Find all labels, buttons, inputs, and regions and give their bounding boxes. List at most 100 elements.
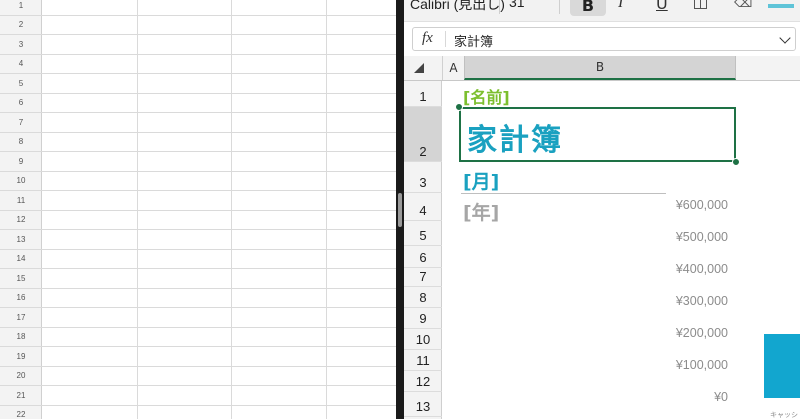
chevron-down-icon[interactable] (779, 32, 791, 44)
left-row-number[interactable]: 18 (0, 328, 42, 347)
left-sheet-row[interactable]: 15 (0, 269, 396, 289)
row-header-5[interactable]: 5 (404, 221, 442, 246)
left-sheet-row[interactable]: 12 (0, 211, 396, 230)
row-header-6[interactable]: 6 (404, 246, 442, 268)
left-sheet-row[interactable]: 22 (0, 406, 396, 419)
chart-bar[interactable] (764, 334, 800, 398)
left-spreadsheet-pane: 1 2 3 4 5 6 7 8 9 10 11 12 13 14 15 16 17 18 19 20 21 22 (0, 0, 396, 419)
cell-selection-box (459, 107, 736, 162)
italic-button[interactable]: I (618, 0, 623, 12)
left-sheet-row[interactable]: 2 (0, 16, 396, 35)
left-sheet-row[interactable]: 10 (0, 172, 396, 191)
formatting-ribbon: Calibri (見出し) 31 B I U ⌫ (404, 0, 800, 22)
row-header-12[interactable]: 12 (404, 371, 442, 392)
left-row-number[interactable]: 19 (0, 347, 42, 366)
left-sheet-row[interactable]: 13 (0, 230, 396, 250)
column-header-b[interactable]: B (464, 56, 736, 80)
row-header-strip: 1 2 3 4 5 6 7 8 9 10 11 12 13 (404, 81, 442, 419)
row-header-7[interactable]: 7 (404, 268, 442, 287)
y-axis-tick-label: ¥0 (714, 390, 728, 404)
left-sheet-row[interactable]: 4 (0, 55, 396, 74)
y-axis-tick-label: ¥500,000 (675, 230, 728, 244)
left-sheet-row[interactable]: 6 (0, 94, 396, 113)
left-row-number[interactable]: 11 (0, 191, 42, 210)
borders-icon[interactable] (694, 0, 707, 9)
left-sheet-row[interactable]: 7 (0, 113, 396, 133)
font-color-icon[interactable] (768, 0, 794, 8)
fill-color-icon[interactable]: ⌫ (734, 0, 752, 11)
left-sheet-row[interactable]: 18 (0, 328, 396, 347)
y-axis-tick-label: ¥100,000 (675, 358, 728, 372)
left-row-number[interactable]: 5 (0, 74, 42, 93)
left-row-number[interactable]: 2 (0, 16, 42, 35)
y-axis-tick-label: ¥400,000 (675, 262, 728, 276)
chart-area[interactable]: ¥600,000 ¥500,000 ¥400,000 ¥300,000 ¥200,000… (666, 190, 800, 419)
left-row-number[interactable]: 1 (0, 0, 42, 15)
left-sheet-row[interactable]: 5 (0, 74, 396, 94)
ribbon-separator (499, 0, 500, 14)
left-sheet-row[interactable]: 1 (0, 0, 396, 16)
left-sheet-row[interactable]: 14 (0, 250, 396, 269)
left-sheet-row[interactable]: 11 (0, 191, 396, 211)
select-all-corner-icon[interactable] (414, 63, 424, 73)
x-axis-tick-label: キャッシ (770, 411, 798, 419)
font-size-selector[interactable]: 31 (509, 0, 525, 10)
left-sheet-row[interactable]: 16 (0, 289, 396, 308)
cell-b3-month[interactable]: [月] (463, 167, 499, 194)
left-sheet-row[interactable]: 19 (0, 347, 396, 367)
left-row-number[interactable]: 7 (0, 113, 42, 132)
row-header-2[interactable]: 2 (404, 107, 442, 162)
cell-b4-year[interactable]: [年] (463, 198, 499, 225)
row-header-1[interactable]: 1 (404, 81, 442, 107)
cell-b1-name[interactable]: [名前] (463, 84, 510, 108)
formula-input[interactable]: 家計簿 (454, 31, 493, 50)
split-view-divider[interactable] (396, 0, 404, 419)
right-spreadsheet-pane: Calibri (見出し) 31 B I U ⌫ fx 家計簿 A B 1234… (404, 0, 800, 419)
fx-icon[interactable]: fx (422, 30, 433, 47)
row-header-8[interactable]: 8 (404, 287, 442, 308)
screen: 1 2 3 4 5 6 7 8 9 10 11 12 13 14 15 16 17 18 19 20 21 22 Cali… (0, 0, 800, 419)
left-sheet-row[interactable]: 21 (0, 386, 396, 406)
left-row-number[interactable]: 10 (0, 172, 42, 191)
left-sheet-row[interactable]: 8 (0, 133, 396, 152)
left-row-number[interactable]: 8 (0, 133, 42, 152)
font-name-selector[interactable]: Calibri (見出し) (410, 0, 505, 14)
left-row-number[interactable]: 3 (0, 35, 42, 54)
row-header-4[interactable]: 4 (404, 193, 442, 221)
row-header-13[interactable]: 13 (404, 392, 442, 417)
left-row-number[interactable]: 22 (0, 406, 42, 419)
left-sheet-row[interactable]: 3 (0, 35, 396, 55)
selection-handle-top-left[interactable] (455, 103, 463, 111)
left-row-number[interactable]: 17 (0, 308, 42, 327)
left-row-number[interactable]: 6 (0, 94, 42, 113)
row-header-10[interactable]: 10 (404, 329, 442, 350)
left-grid-line (137, 0, 138, 419)
selection-handle-bottom-right[interactable] (732, 158, 740, 166)
ribbon-separator (559, 0, 560, 14)
column-header-bar: A B (404, 56, 800, 81)
split-view-handle[interactable] (398, 193, 402, 227)
left-row-number[interactable]: 9 (0, 152, 42, 171)
left-row-number[interactable]: 14 (0, 250, 42, 269)
left-grid-line (326, 0, 327, 419)
left-sheet-row[interactable]: 17 (0, 308, 396, 328)
font-color-swatch (768, 4, 794, 8)
left-row-number[interactable]: 21 (0, 386, 42, 405)
left-row-number[interactable]: 13 (0, 230, 42, 249)
column-header-a[interactable]: A (442, 56, 464, 80)
left-row-number[interactable]: 16 (0, 289, 42, 308)
formula-bar-separator (445, 31, 446, 47)
bold-button[interactable]: B (570, 0, 606, 16)
left-row-number[interactable]: 20 (0, 367, 42, 386)
left-row-number[interactable]: 12 (0, 211, 42, 230)
row-header-9[interactable]: 9 (404, 308, 442, 329)
y-axis-tick-label: ¥600,000 (675, 198, 728, 212)
formula-bar[interactable]: fx 家計簿 (412, 27, 796, 51)
underline-button[interactable]: U (656, 0, 668, 13)
left-sheet-row[interactable]: 20 (0, 367, 396, 386)
left-row-number[interactable]: 15 (0, 269, 42, 288)
left-sheet-row[interactable]: 9 (0, 152, 396, 172)
left-row-number[interactable]: 4 (0, 55, 42, 74)
row-header-3[interactable]: 3 (404, 162, 442, 193)
row-header-11[interactable]: 11 (404, 350, 442, 371)
